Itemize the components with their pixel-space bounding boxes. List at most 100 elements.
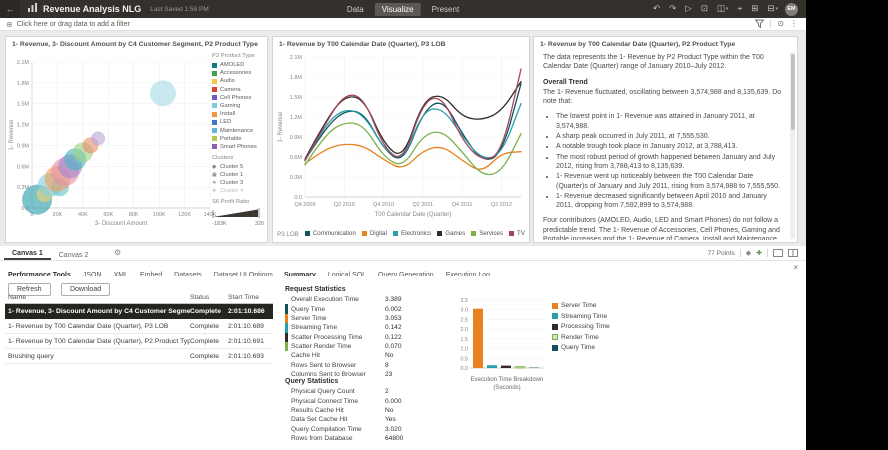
- legend-swatch: [212, 79, 217, 84]
- legend-item-gaming[interactable]: Gaming: [212, 103, 264, 109]
- bar-legend-item-server-time[interactable]: Server Time: [552, 302, 610, 309]
- canvas-layout-icon[interactable]: ◫▾: [717, 5, 729, 14]
- legend-label: Portable: [220, 136, 242, 142]
- stat-value: 3.389: [385, 296, 402, 303]
- legend-item-tv[interactable]: TV: [509, 230, 525, 237]
- table-row[interactable]: 1- Revenue by T00 Calendar Date (Quarter…: [5, 319, 273, 334]
- redo-icon[interactable]: ↷: [669, 5, 676, 14]
- legend-item-amoled[interactable]: AMOLED: [212, 62, 264, 68]
- table-row[interactable]: 1- Revenue, 3- Discount Amount by C4 Cus…: [5, 304, 273, 319]
- back-button[interactable]: ←: [0, 0, 20, 18]
- stat-marker: [285, 314, 288, 323]
- avatar[interactable]: EM: [785, 3, 798, 16]
- legend-item-communication[interactable]: Communication: [305, 230, 356, 237]
- funnel-icon[interactable]: [755, 19, 764, 30]
- bar-legend-item-render-time[interactable]: Render Time: [552, 334, 610, 341]
- bar-legend-item-streaming-time[interactable]: Streaming Time: [552, 313, 610, 320]
- kebab-menu-icon[interactable]: ⋮: [790, 20, 798, 28]
- legend-item-games[interactable]: Games: [437, 230, 465, 237]
- legend-item-accessories[interactable]: Accessories: [212, 70, 264, 76]
- clusters-legend-title: Clusters: [212, 155, 264, 161]
- legend-swatch: [362, 231, 367, 236]
- save-icon[interactable]: ⊟▾: [767, 5, 778, 14]
- scrollbar-thumb[interactable]: [791, 54, 795, 130]
- nlg-panel-title: 1- Revenue by T00 Calendar Date (Quarter…: [534, 37, 797, 48]
- nav-tab-visualize[interactable]: Visualize: [375, 3, 421, 16]
- legend-label: Accessories: [220, 70, 251, 76]
- bar-legend-item-processing-time[interactable]: Processing Time: [552, 323, 610, 330]
- stat-row: Streaming Time0.142: [285, 323, 457, 332]
- quality-icon[interactable]: ◆: [746, 249, 751, 257]
- add-insight-icon[interactable]: ✚: [756, 249, 762, 257]
- legend-item-digital[interactable]: Digital: [362, 230, 387, 237]
- canvas-tab-canvas-1[interactable]: Canvas 1: [4, 248, 51, 260]
- legend-swatch: [212, 87, 217, 92]
- cluster-item-cluster-4[interactable]: ✚Cluster 4: [212, 188, 264, 194]
- execution-bar-chart[interactable]: 0.00.51.01.52.02.53.03.5Execution Time B…: [452, 294, 552, 400]
- stat-row: Overall Execution Time3.389: [285, 295, 457, 304]
- close-panel-icon[interactable]: ×: [793, 263, 798, 272]
- query-table-header: Name Status Start Time: [5, 292, 273, 304]
- cluster-label: Cluster 3: [220, 180, 243, 186]
- canvas-settings-icon[interactable]: ⚙: [114, 248, 121, 259]
- filter-bar[interactable]: ⊕ Click here or drag data to add a filte…: [0, 18, 806, 31]
- svg-text:0.6M: 0.6M: [290, 155, 303, 161]
- scatter-panel[interactable]: 1- Revenue, 3- Discount Amount by C4 Cus…: [5, 36, 268, 243]
- export-icon[interactable]: ⊞: [751, 5, 758, 14]
- stat-label: Physical Connect Time: [291, 398, 385, 405]
- column-name[interactable]: Name: [8, 294, 190, 301]
- header-nav-tabs: Data Visualize Present: [340, 3, 466, 16]
- svg-text:120K: 120K: [178, 212, 191, 218]
- column-status[interactable]: Status: [190, 294, 228, 301]
- insight-pin-icon[interactable]: ⌖: [737, 5, 742, 14]
- stat-row: Physical Connect Time0.000: [285, 396, 457, 405]
- canvas-tab-canvas-2[interactable]: Canvas 2: [51, 250, 97, 260]
- preview-icon[interactable]: ▷: [685, 5, 692, 14]
- gradient-legend-title: S6 Profit Ratio: [212, 199, 264, 205]
- bar-legend-item-query-time[interactable]: Query Time: [552, 344, 610, 351]
- scatter-legend-title: P2 Product Type: [212, 53, 264, 59]
- legend-item-smart-phones[interactable]: Smart Phones: [212, 144, 264, 150]
- nav-tab-present[interactable]: Present: [425, 3, 467, 16]
- single-layout-icon[interactable]: [773, 249, 783, 257]
- undo-icon[interactable]: ↶: [653, 5, 660, 14]
- cluster-item-cluster-1[interactable]: ▦Cluster 1: [212, 172, 264, 178]
- scatter-panel-title: 1- Revenue, 3- Discount Amount by C4 Cus…: [6, 37, 267, 48]
- line-panel[interactable]: 1- Revenue by T00 Calendar Date (Quarter…: [272, 36, 530, 243]
- svg-text:20K: 20K: [53, 212, 63, 218]
- cluster-item-cluster-3[interactable]: ✳Cluster 3: [212, 180, 264, 186]
- scatter-chart[interactable]: 0.00.3M0.6M0.9M1.2M1.5M1.8M2.1M020K40K60…: [6, 50, 216, 240]
- legend-item-portable[interactable]: Portable: [212, 136, 264, 142]
- request-statistics: Request Statistics Overall Execution Tim…: [285, 286, 457, 379]
- add-filter-icon[interactable]: ⊕: [6, 20, 13, 29]
- legend-item-install[interactable]: Install: [212, 111, 264, 117]
- split-layout-icon[interactable]: [788, 249, 798, 257]
- cell-name: Brushing query: [8, 353, 190, 360]
- column-start-time[interactable]: Start Time: [228, 294, 270, 301]
- table-row[interactable]: 1- Revenue by T00 Calendar Date (Quarter…: [5, 334, 273, 349]
- table-row[interactable]: Brushing queryComplete2:01:10.693: [5, 349, 273, 364]
- legend-item-audio[interactable]: Audio: [212, 78, 264, 84]
- points-count: 77 Points: [708, 250, 735, 257]
- nav-tab-data[interactable]: Data: [340, 3, 371, 16]
- line-chart[interactable]: 0.00.3M0.6M0.9M1.2M1.5M1.8M2.1MQ4 2009Q2…: [275, 49, 527, 227]
- touch-mode-icon[interactable]: ⊡: [701, 5, 708, 14]
- svg-text:1.5: 1.5: [460, 337, 468, 343]
- legend-item-electronics[interactable]: Electronics: [393, 230, 431, 237]
- legend-label: Electronics: [401, 230, 431, 237]
- svg-text:2.0: 2.0: [460, 327, 468, 333]
- scrollbar-track[interactable]: [790, 52, 795, 239]
- svg-text:1.5M: 1.5M: [17, 102, 30, 108]
- legend-item-services[interactable]: Services: [471, 230, 503, 237]
- legend-item-cell-phones[interactable]: Cell Phones: [212, 95, 264, 101]
- legend-item-led[interactable]: LED: [212, 119, 264, 125]
- nlg-panel[interactable]: 1- Revenue by T00 Calendar Date (Quarter…: [533, 36, 798, 243]
- cluster-item-cluster-5[interactable]: ◉Cluster 5: [212, 164, 264, 170]
- legend-item-maintenance[interactable]: Maintenance: [212, 128, 264, 134]
- legend-item-camera[interactable]: Camera: [212, 87, 264, 93]
- pin-icon[interactable]: ⊙: [777, 20, 784, 28]
- profit-ratio-gradient[interactable]: [212, 214, 260, 220]
- stat-label: Physical Query Count: [291, 388, 385, 395]
- stat-value: 0.070: [385, 343, 402, 350]
- query-table-body: 1- Revenue, 3- Discount Amount by C4 Cus…: [5, 304, 273, 364]
